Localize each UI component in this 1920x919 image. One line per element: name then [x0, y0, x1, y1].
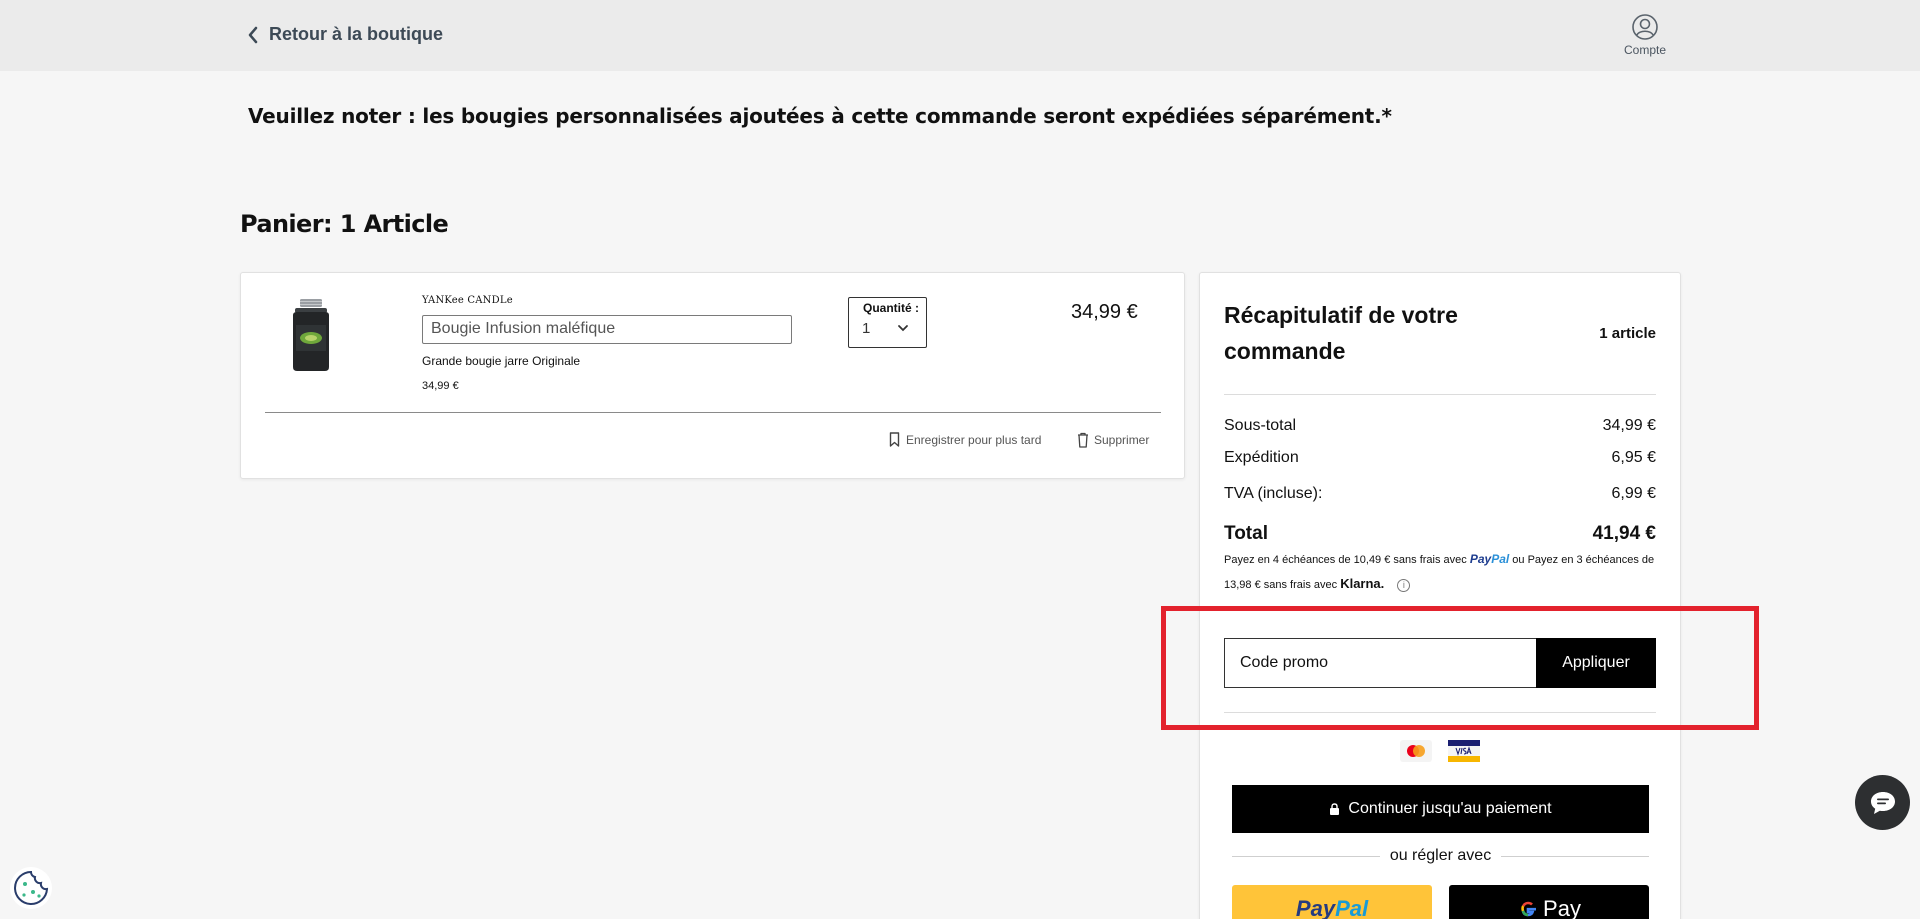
paypal-button[interactable]: Pay Pal	[1232, 885, 1432, 919]
total-value: 41,94 €	[1592, 523, 1656, 544]
google-g-icon	[1521, 901, 1537, 917]
summary-divider	[1224, 394, 1656, 395]
alt-pay-divider: ou régler avec	[1232, 847, 1650, 865]
shipping-notice: Veuillez noter : les bougies personnalis…	[248, 104, 1392, 128]
paypal-pal-text: Pal	[1335, 896, 1369, 919]
item-divider	[265, 412, 1161, 413]
save-for-later-label: Enregistrer pour plus tard	[906, 432, 1042, 447]
cookie-settings-button[interactable]	[10, 867, 52, 909]
mastercard-icon	[1400, 740, 1432, 762]
subtotal-row: Sous-total 34,99 €	[1224, 417, 1656, 435]
quantity-value: 1	[862, 320, 871, 337]
vat-value: 6,99 €	[1611, 485, 1656, 502]
chevron-down-icon	[898, 325, 908, 332]
alt-pay-label: ou régler avec	[1389, 847, 1492, 864]
checkout-label: Continuer jusqu'au paiement	[1348, 800, 1552, 817]
cart-title: Panier: 1 Article	[240, 210, 449, 238]
back-to-shop-label: Retour à la boutique	[269, 24, 444, 44]
subtotal-label: Sous-total	[1224, 417, 1297, 434]
account-label: Compte	[1623, 43, 1667, 57]
remove-item-button[interactable]: Supprimer	[1077, 432, 1149, 448]
divider-line	[1232, 855, 1380, 857]
product-name-link[interactable]: Bougie Infusion maléfique	[422, 315, 792, 344]
remove-item-label: Supprimer	[1094, 433, 1150, 447]
quantity-label: Quantité :	[863, 301, 919, 315]
shipping-row: Expédition 6,95 €	[1224, 449, 1656, 467]
chat-bubble-icon	[1870, 791, 1895, 814]
installments-text-1: Payez en 4 échéances de 10,49 € sans fra…	[1224, 554, 1467, 566]
shipping-value: 6,95 €	[1611, 449, 1656, 466]
candle-product-image[interactable]	[291, 299, 331, 371]
user-icon	[1632, 14, 1658, 40]
promo-code-input[interactable]	[1224, 638, 1537, 688]
quantity-select[interactable]: Quantité : 1	[848, 297, 927, 348]
chat-button[interactable]	[1855, 775, 1910, 830]
product-unit-price: 34,99 €	[422, 380, 459, 392]
google-pay-label: Pay	[1543, 896, 1581, 919]
accepted-cards	[1400, 740, 1480, 762]
promo-divider	[1224, 712, 1656, 713]
account-button[interactable]: Compte	[1618, 13, 1672, 57]
visa-icon	[1448, 740, 1480, 762]
chevron-left-icon	[248, 26, 258, 43]
google-pay-button[interactable]: Pay	[1449, 885, 1649, 919]
summary-title: Récapitulatif de votre commande	[1224, 302, 1458, 364]
save-for-later-button[interactable]: Enregistrer pour plus tard	[889, 432, 1041, 447]
klarna-logo: Klarna.	[1340, 576, 1385, 591]
vat-row: TVA (incluse): 6,99 €	[1224, 485, 1656, 503]
order-summary: Récapitulatif de votre commande 1 articl…	[1199, 272, 1681, 919]
vat-label: TVA (incluse):	[1224, 485, 1323, 502]
product-variant: Grande bougie jarre Originale	[422, 354, 581, 368]
info-icon[interactable]: i	[1397, 578, 1411, 592]
total-label: Total	[1224, 523, 1268, 544]
divider-line	[1501, 855, 1650, 857]
apply-promo-button[interactable]: Appliquer	[1536, 638, 1656, 688]
subtotal-value: 34,99 €	[1602, 417, 1656, 434]
brand-logo: YANKee CANDLe	[422, 295, 513, 306]
cart-item-card: YANKee CANDLe Bougie Infusion maléfique …	[240, 272, 1185, 479]
installments-info: Payez en 4 échéances de 10,49 € sans fra…	[1224, 547, 1656, 597]
checkout-button[interactable]: Continuer jusqu'au paiement	[1232, 785, 1649, 833]
line-price: 34,99 €	[1071, 301, 1138, 323]
paypal-inline-logo: PayPal	[1470, 552, 1509, 566]
trash-icon	[1078, 432, 1088, 448]
cookie-icon	[14, 870, 49, 905]
shipping-label: Expédition	[1224, 449, 1299, 466]
paypal-inline-pay: Pay	[1469, 552, 1492, 566]
lock-icon	[1330, 803, 1340, 815]
paypal-pay-text: Pay	[1295, 896, 1336, 919]
top-bar: Retour à la boutique Compte	[0, 0, 1920, 71]
back-to-shop-link[interactable]: Retour à la boutique	[247, 24, 443, 45]
summary-item-count: 1 article	[1599, 325, 1656, 342]
bookmark-icon	[889, 432, 900, 447]
paypal-inline-pal: Pal	[1491, 552, 1510, 566]
total-row: Total 41,94 €	[1224, 523, 1656, 545]
